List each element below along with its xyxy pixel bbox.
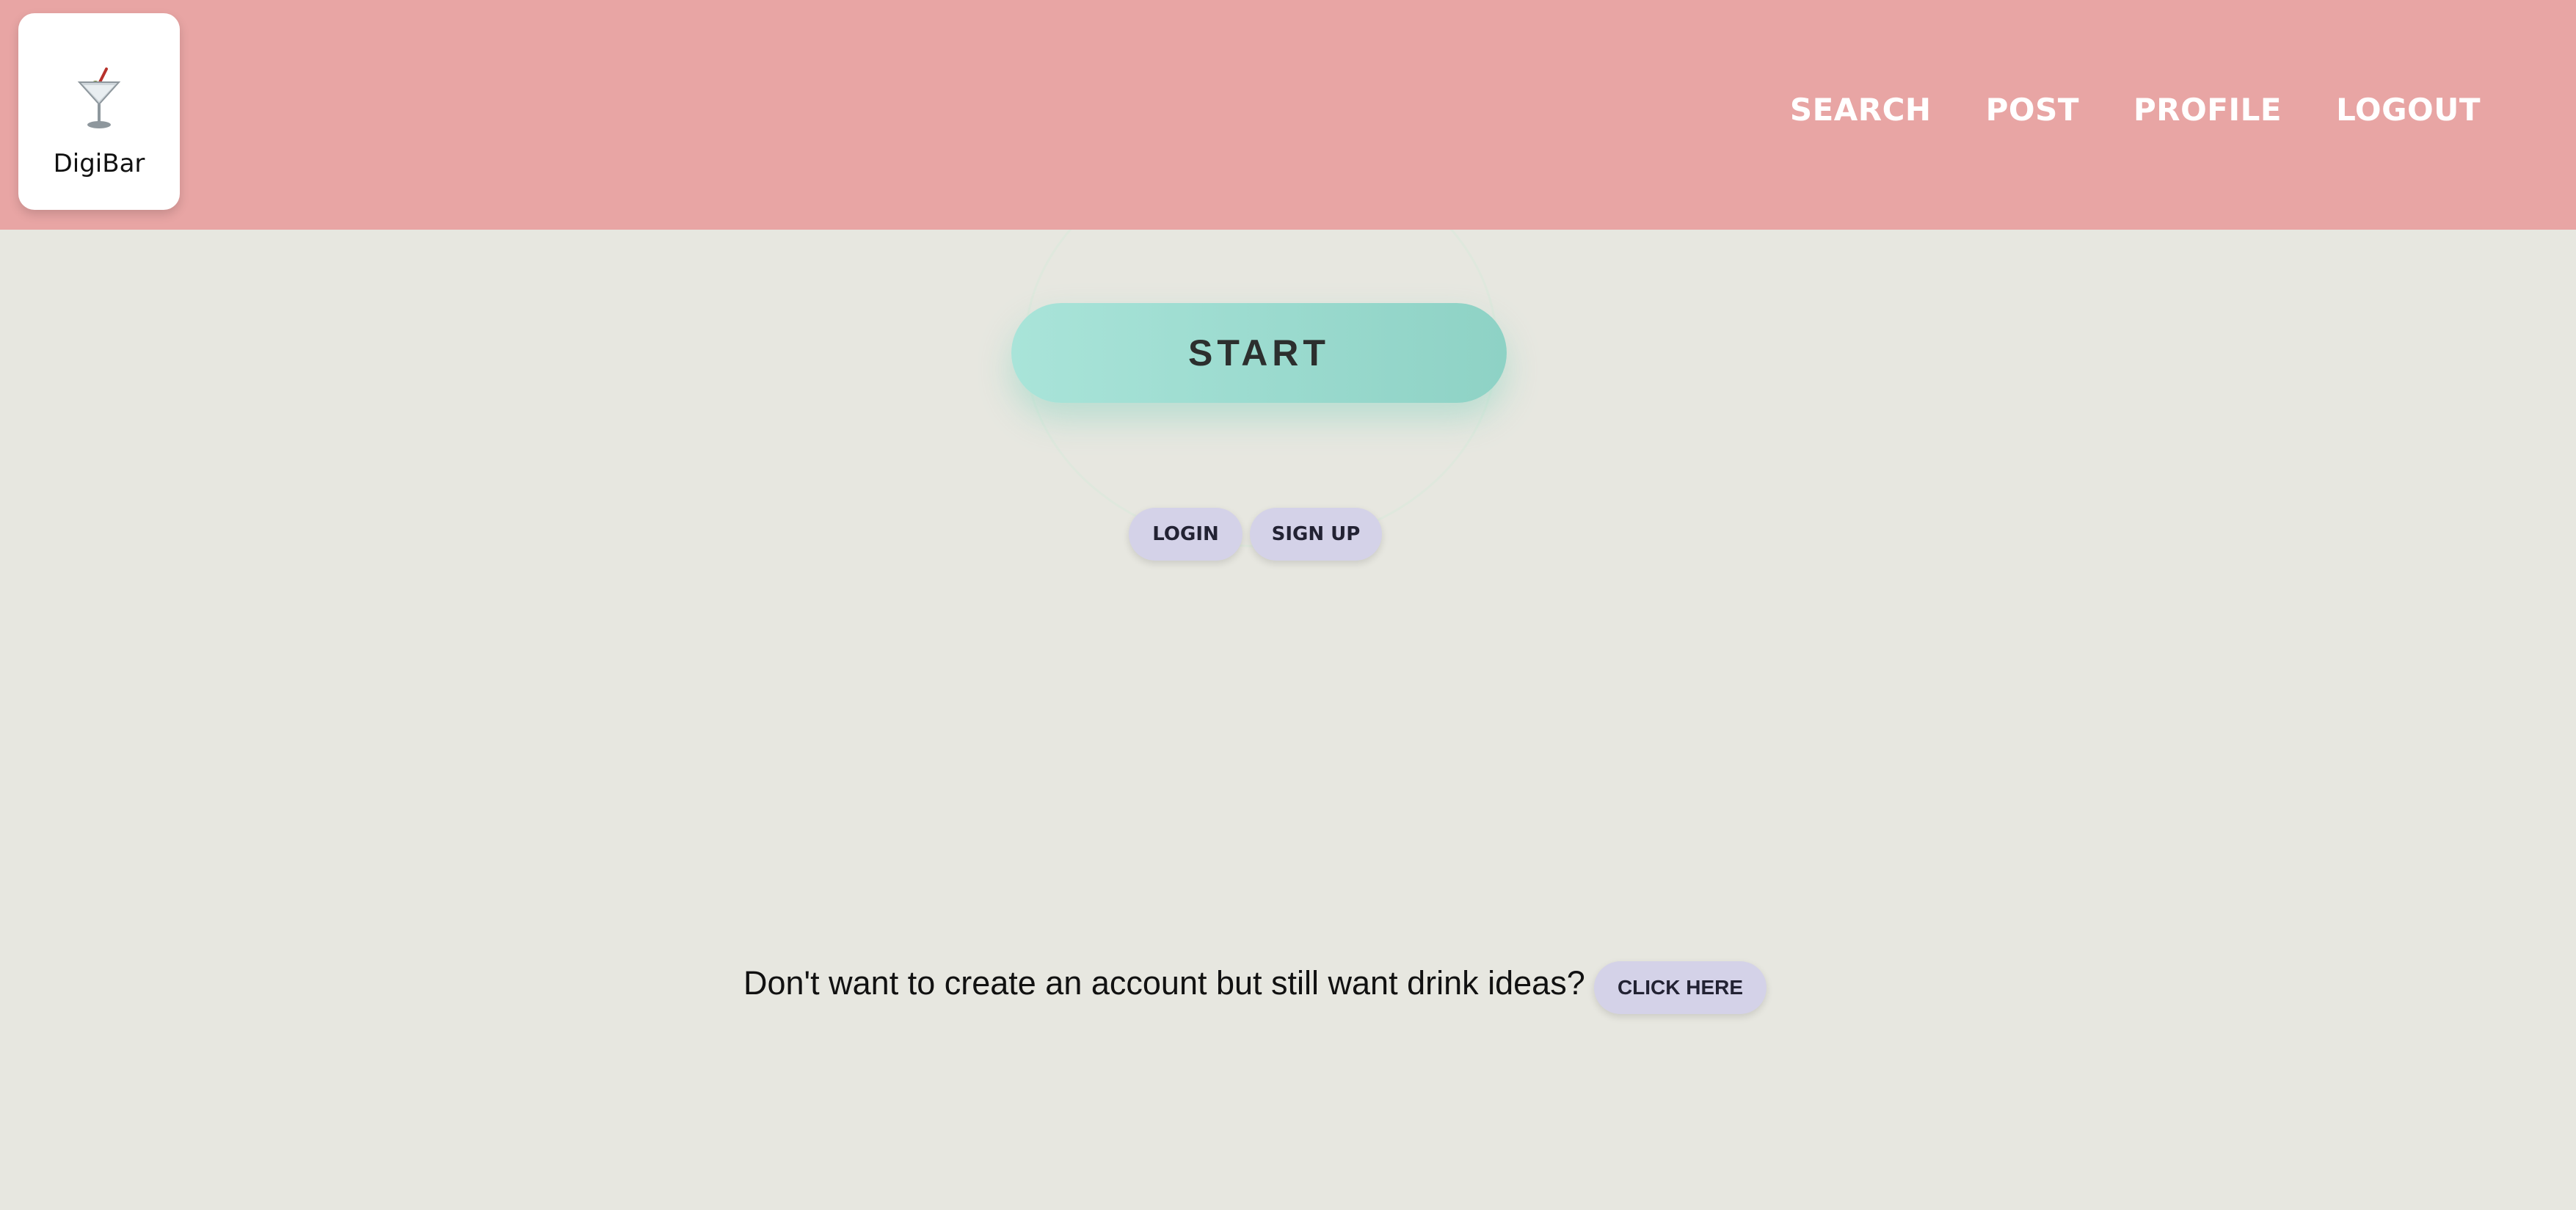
nav-logout[interactable]: LOGOUT <box>2336 92 2481 128</box>
guest-prompt-text: Don't want to create an account but stil… <box>743 964 1585 1002</box>
signup-button[interactable]: SIGN UP <box>1250 508 1382 561</box>
top-header: DigiBar SEARCH POST PROFILE LOGOUT <box>0 0 2576 230</box>
click-here-button[interactable]: CLICK HERE <box>1594 961 1767 1014</box>
martini-glass-icon <box>18 66 180 136</box>
start-button[interactable]: START <box>1011 303 1507 403</box>
login-button[interactable]: LOGIN <box>1129 508 1242 561</box>
logo[interactable]: DigiBar <box>18 13 180 210</box>
nav-post[interactable]: POST <box>1986 92 2079 128</box>
brand-name: DigiBar <box>53 149 145 178</box>
main-nav: SEARCH POST PROFILE LOGOUT <box>1790 92 2481 128</box>
nav-profile[interactable]: PROFILE <box>2133 92 2282 128</box>
nav-search[interactable]: SEARCH <box>1790 92 1932 128</box>
